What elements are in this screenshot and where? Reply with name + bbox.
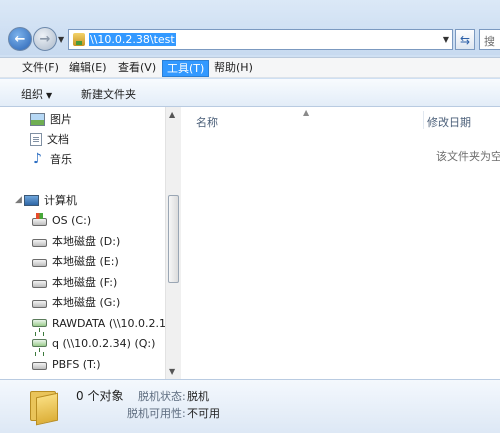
- menu-edit[interactable]: 编辑(E): [65, 60, 111, 77]
- scroll-down-icon[interactable]: ▼: [169, 367, 175, 376]
- navigation-pane: 图片 文档 ♪ 音乐 ◢ 计算机 OS (C:) 本地磁盘 (D:) 本地磁盘 (…: [0, 107, 165, 379]
- menu-tools[interactable]: 工具(T): [162, 60, 210, 77]
- forward-button[interactable]: →: [33, 27, 57, 51]
- offline-status-label: 脱机状态:: [138, 390, 186, 403]
- nav-item-drive-c[interactable]: OS (C:): [32, 211, 91, 229]
- picture-icon: [30, 112, 45, 126]
- computer-icon: [24, 194, 39, 206]
- file-list-pane: ▲ 名称 修改日期 该文件夹为空: [181, 107, 500, 379]
- network-drive-icon: [32, 319, 47, 332]
- navigation-scrollbar[interactable]: ▲ ▼: [165, 107, 181, 379]
- offline-availability-value: 不可用: [187, 407, 220, 420]
- hard-drive-icon: [32, 361, 47, 370]
- back-button[interactable]: ←: [8, 27, 32, 51]
- column-divider[interactable]: [423, 111, 424, 129]
- nav-item-drive-t[interactable]: PBFS (T:): [32, 355, 101, 373]
- menu-file[interactable]: 文件(F): [18, 60, 63, 77]
- column-header-name[interactable]: 名称: [196, 114, 218, 130]
- sort-indicator-icon: ▲: [303, 108, 310, 117]
- network-folder-icon: [73, 33, 85, 46]
- nav-item-music[interactable]: ♪ 音乐: [30, 150, 72, 168]
- document-icon: [30, 132, 42, 146]
- search-input[interactable]: 搜: [479, 29, 500, 50]
- menu-view[interactable]: 查看(V): [114, 60, 160, 77]
- hard-drive-icon: [32, 299, 47, 308]
- nav-item-drive-f[interactable]: 本地磁盘 (F:): [32, 273, 117, 291]
- nav-item-computer[interactable]: 计算机: [24, 191, 77, 209]
- offline-status-value: 脱机: [187, 390, 209, 403]
- hard-drive-icon: [32, 279, 47, 288]
- details-pane: 0 个对象 脱机状态: 脱机 脱机可用性: 不可用: [0, 379, 500, 433]
- command-bar: 组织 ▼ 新建文件夹: [0, 79, 500, 107]
- nav-item-drive-q[interactable]: q (\\10.0.2.34) (Q:): [32, 334, 155, 352]
- expand-arrow-icon[interactable]: ◢: [15, 195, 22, 205]
- nav-item-drive-e[interactable]: 本地磁盘 (E:): [32, 252, 119, 270]
- music-note-icon: ♪: [33, 150, 42, 167]
- address-path[interactable]: \\10.0.2.38\test: [89, 33, 176, 46]
- hard-drive-icon: [32, 238, 47, 247]
- refresh-icon: ⇆: [459, 32, 471, 47]
- nav-item-drive-d[interactable]: 本地磁盘 (D:): [32, 232, 120, 250]
- object-count: 0 个对象: [76, 389, 124, 403]
- nav-item-drive-g[interactable]: 本地磁盘 (G:): [32, 293, 120, 311]
- chevron-down-icon: ▼: [46, 91, 53, 100]
- nav-item-rawdata[interactable]: RAWDATA (\\10.0.2.12: [32, 314, 165, 332]
- column-header-modified[interactable]: 修改日期: [427, 114, 471, 130]
- recent-pages-dropdown-icon[interactable]: ▼: [58, 35, 64, 44]
- address-bar[interactable]: \\10.0.2.38\test ▼: [68, 29, 453, 50]
- refresh-button[interactable]: ⇆: [455, 29, 475, 50]
- offline-availability-label: 脱机可用性:: [127, 407, 186, 420]
- organize-button[interactable]: 组织 ▼: [21, 86, 52, 102]
- scrollbar-thumb[interactable]: [168, 195, 179, 283]
- new-folder-button[interactable]: 新建文件夹: [81, 86, 136, 102]
- network-drive-icon: [32, 339, 47, 352]
- os-drive-icon: [32, 212, 47, 226]
- menu-bar: 文件(F) 编辑(E) 查看(V) 工具(T) 帮助(H): [0, 57, 500, 78]
- menu-help[interactable]: 帮助(H): [210, 60, 257, 77]
- scroll-up-icon[interactable]: ▲: [169, 110, 175, 119]
- address-history-dropdown-icon[interactable]: ▼: [443, 35, 449, 44]
- forward-arrow-icon: →: [39, 31, 51, 47]
- back-arrow-icon: ←: [14, 31, 26, 47]
- folder-icon: [30, 389, 60, 426]
- nav-item-pictures[interactable]: 图片: [30, 110, 72, 128]
- empty-folder-message: 该文件夹为空: [436, 150, 500, 163]
- nav-item-documents[interactable]: 文档: [30, 130, 69, 148]
- address-toolbar: ← → ▼ \\10.0.2.38\test ▼ ⇆ 搜: [0, 0, 500, 55]
- hard-drive-icon: [32, 258, 47, 267]
